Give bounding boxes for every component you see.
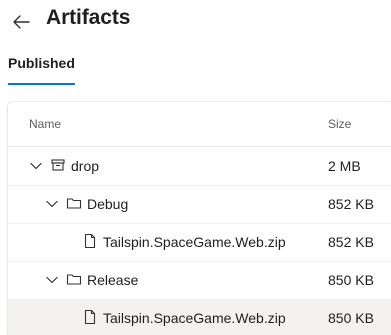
tab-bar: Published bbox=[0, 48, 391, 88]
back-button[interactable] bbox=[8, 9, 34, 35]
folder-icon bbox=[66, 274, 82, 285]
row-size: 850 KB bbox=[328, 272, 374, 288]
artifact-box-icon bbox=[51, 159, 65, 171]
row-name: Tailspin.SpaceGame.Web.zip bbox=[103, 234, 286, 250]
row-size: 852 KB bbox=[328, 234, 374, 250]
page-title: Artifacts bbox=[46, 6, 131, 29]
artifacts-page: Artifacts Published Name Size drop 2 MB bbox=[0, 0, 391, 335]
page-header: Artifacts bbox=[0, 0, 391, 40]
row-size: 2 MB bbox=[328, 158, 361, 174]
table-row-debug[interactable]: Debug 852 KB bbox=[8, 185, 391, 224]
file-icon bbox=[84, 233, 96, 249]
table-row-release[interactable]: Release 850 KB bbox=[8, 261, 391, 300]
table-row-release-zip[interactable]: Tailspin.SpaceGame.Web.zip 850 KB bbox=[8, 299, 391, 335]
artifacts-table: Name Size drop 2 MB Debug 852 KB Tailspi… bbox=[8, 102, 391, 335]
folder-icon bbox=[66, 198, 82, 209]
row-name: Debug bbox=[87, 196, 129, 212]
chevron-down-icon[interactable] bbox=[45, 273, 59, 287]
tab-selected-indicator bbox=[8, 83, 75, 85]
chevron-down-icon[interactable] bbox=[29, 159, 43, 173]
row-size: 852 KB bbox=[328, 196, 374, 212]
chevron-down-icon[interactable] bbox=[45, 197, 59, 211]
table-row-drop[interactable]: drop 2 MB bbox=[8, 147, 391, 186]
row-name: drop bbox=[71, 158, 100, 174]
row-size: 850 KB bbox=[328, 310, 374, 326]
file-icon bbox=[84, 309, 96, 325]
arrow-left-icon bbox=[13, 15, 30, 29]
table-header: Name Size bbox=[8, 102, 391, 147]
row-name: Tailspin.SpaceGame.Web.zip bbox=[103, 310, 286, 326]
row-name: Release bbox=[87, 272, 139, 288]
tab-published[interactable]: Published bbox=[8, 54, 75, 72]
table-row-debug-zip[interactable]: Tailspin.SpaceGame.Web.zip 852 KB bbox=[8, 223, 391, 262]
column-header-size[interactable]: Size bbox=[328, 117, 351, 131]
column-header-name[interactable]: Name bbox=[29, 117, 61, 131]
